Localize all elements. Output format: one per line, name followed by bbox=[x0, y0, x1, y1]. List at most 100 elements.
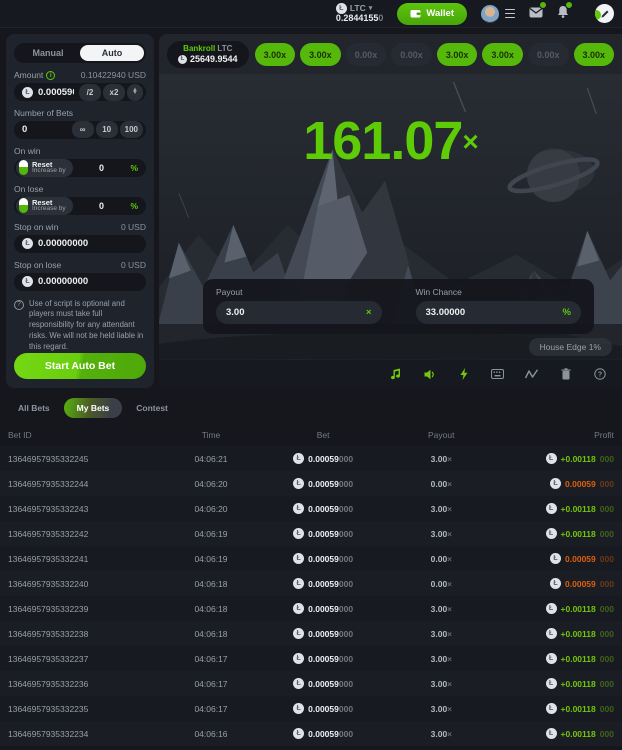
music-toggle[interactable] bbox=[389, 368, 402, 381]
ltc-coin-icon: Ł bbox=[293, 453, 304, 464]
table-row[interactable]: 1364695793533224104:06:19Ł0.000590000.00… bbox=[0, 546, 622, 571]
amount-stepper[interactable]: ▲▼ bbox=[127, 84, 143, 101]
ltc-coin-icon: Ł bbox=[550, 553, 561, 564]
table-row[interactable]: 1364695793533223504:06:17Ł0.000590003.00… bbox=[0, 696, 622, 721]
bet-amount: Ł0.00059000 bbox=[256, 653, 389, 664]
hotkeys-button[interactable] bbox=[491, 368, 504, 381]
chat-support-button[interactable] bbox=[595, 4, 614, 23]
history-chip[interactable]: 3.00x bbox=[300, 43, 341, 66]
ltc-coin-icon: Ł bbox=[550, 478, 561, 489]
trash-icon bbox=[561, 368, 571, 380]
balance-value: 0.28441550 bbox=[336, 14, 384, 24]
history-chip[interactable]: 3.00x bbox=[482, 43, 523, 66]
info-icon[interactable]: i bbox=[46, 71, 55, 80]
notifications-button[interactable] bbox=[557, 5, 569, 23]
sound-toggle[interactable] bbox=[423, 368, 436, 381]
bet-amount: Ł0.00059000 bbox=[256, 578, 389, 589]
ltc-coin-icon: Ł bbox=[293, 553, 304, 564]
stop-win-input[interactable] bbox=[38, 238, 143, 249]
question-icon: ? bbox=[14, 300, 24, 310]
history-chip[interactable]: 0.00x bbox=[391, 43, 432, 66]
double-button[interactable]: x2 bbox=[103, 84, 125, 101]
start-auto-bet-button[interactable]: Start Auto Bet bbox=[14, 353, 146, 379]
history-chip[interactable]: 3.00x bbox=[437, 43, 478, 66]
bet-profit: Ł0.00059000 bbox=[493, 553, 614, 564]
on-win-toggle[interactable]: ResetIncrease by bbox=[16, 159, 73, 177]
ltc-coin-icon: Ł bbox=[546, 603, 557, 614]
tab-auto[interactable]: Auto bbox=[80, 45, 144, 61]
bet-profit: Ł0.00059000 bbox=[493, 578, 614, 589]
bet-payout: 3.00× bbox=[390, 679, 493, 689]
svg-text:?: ? bbox=[597, 371, 601, 378]
ltc-coin-icon: Ł bbox=[546, 628, 557, 639]
bets-table-body: 1364695793533224504:06:21Ł0.000590003.00… bbox=[0, 446, 622, 746]
wallet-icon bbox=[410, 9, 421, 18]
table-row[interactable]: 1364695793533224204:06:19Ł0.000590003.00… bbox=[0, 521, 622, 546]
ltc-coin-icon: Ł bbox=[293, 703, 304, 714]
table-row[interactable]: 1364695793533223904:06:18Ł0.000590003.00… bbox=[0, 596, 622, 621]
toggle-icon bbox=[19, 198, 28, 213]
ltc-coin-icon: Ł bbox=[546, 728, 557, 739]
half-button[interactable]: /2 bbox=[79, 84, 101, 101]
table-row[interactable]: 1364695793533223604:06:17Ł0.000590003.00… bbox=[0, 671, 622, 696]
history-chip[interactable]: 3.00x bbox=[255, 43, 296, 66]
table-row[interactable]: 1364695793533224004:06:18Ł0.000590000.00… bbox=[0, 571, 622, 596]
bet-payout: 3.00× bbox=[390, 629, 493, 639]
bet-amount: Ł0.00059000 bbox=[256, 603, 389, 614]
menu-icon[interactable] bbox=[505, 9, 515, 19]
num-bets-input[interactable] bbox=[22, 124, 67, 135]
table-row[interactable]: 1364695793533223804:06:18Ł0.000590003.00… bbox=[0, 621, 622, 646]
bet-profit: Ł+0.00118000 bbox=[493, 603, 614, 614]
help-button[interactable]: ? bbox=[593, 368, 606, 381]
clear-button[interactable] bbox=[559, 368, 572, 381]
tab-contest[interactable]: Contest bbox=[126, 398, 178, 418]
table-header: Bet ID Time Bet Payout Profit bbox=[0, 424, 622, 446]
bet-time: 04:06:19 bbox=[166, 529, 257, 539]
bet-time: 04:06:20 bbox=[166, 504, 257, 514]
live-stats-button[interactable] bbox=[525, 368, 538, 381]
infinity-button[interactable]: ∞ bbox=[72, 121, 94, 138]
table-row[interactable]: 1364695793533223404:06:16Ł0.000590003.00… bbox=[0, 721, 622, 746]
bet-profit: Ł+0.00118000 bbox=[493, 653, 614, 664]
bankroll-pill[interactable]: Bankroll LTC Ł25649.9544 bbox=[167, 41, 249, 68]
history-chip[interactable]: 3.00x bbox=[574, 43, 615, 66]
history-chip[interactable]: 0.00x bbox=[346, 43, 387, 66]
messages-button[interactable] bbox=[529, 5, 543, 23]
tab-my-bets[interactable]: My Bets bbox=[64, 398, 123, 418]
payout-input[interactable] bbox=[226, 307, 366, 318]
multiply-suffix: × bbox=[366, 307, 372, 318]
ltc-coin-icon: Ł bbox=[22, 238, 33, 249]
main-area: Manual Auto Amounti 0.10422940 USD Ł /2 … bbox=[0, 28, 622, 388]
bet-time: 04:06:17 bbox=[166, 654, 257, 664]
ltc-coin-icon: Ł bbox=[546, 453, 557, 464]
ltc-coin-icon: Ł bbox=[293, 678, 304, 689]
amount-input[interactable] bbox=[38, 87, 74, 98]
ltc-coin-icon: Ł bbox=[546, 653, 557, 664]
table-row[interactable]: 1364695793533223704:06:17Ł0.000590003.00… bbox=[0, 646, 622, 671]
ten-button[interactable]: 10 bbox=[96, 121, 118, 138]
bet-payout: 3.00× bbox=[390, 604, 493, 614]
table-row[interactable]: 1364695793533224404:06:20Ł0.000590000.00… bbox=[0, 471, 622, 496]
history-chip[interactable]: 0.00x bbox=[528, 43, 569, 66]
avatar[interactable] bbox=[481, 5, 499, 23]
stop-lose-input[interactable] bbox=[38, 276, 143, 287]
tab-manual[interactable]: Manual bbox=[16, 45, 80, 61]
table-row[interactable]: 1364695793533224304:06:20Ł0.000590003.00… bbox=[0, 496, 622, 521]
turbo-toggle[interactable] bbox=[457, 368, 470, 381]
bet-time: 04:06:19 bbox=[166, 554, 257, 564]
on-win-input[interactable] bbox=[73, 163, 131, 173]
tab-all-bets[interactable]: All Bets bbox=[8, 398, 60, 418]
currency-selector[interactable]: Ł LTC ▾ 0.28441550 bbox=[336, 3, 384, 24]
wallet-button[interactable]: Wallet bbox=[397, 3, 467, 25]
on-win-label: On win bbox=[14, 146, 40, 156]
hundred-button[interactable]: 100 bbox=[120, 121, 143, 138]
on-lose-input[interactable] bbox=[73, 201, 131, 211]
ltc-coin-icon: Ł bbox=[546, 528, 557, 539]
on-lose-toggle[interactable]: ResetIncrease by bbox=[16, 197, 73, 215]
script-disclaimer: ? Use of script is optional and players … bbox=[14, 299, 146, 354]
table-row[interactable]: 1364695793533224504:06:21Ł0.000590003.00… bbox=[0, 446, 622, 471]
notifications-badge bbox=[565, 1, 573, 9]
win-chance-input[interactable] bbox=[426, 307, 563, 318]
ltc-coin-icon: Ł bbox=[546, 703, 557, 714]
bet-time: 04:06:17 bbox=[166, 704, 257, 714]
